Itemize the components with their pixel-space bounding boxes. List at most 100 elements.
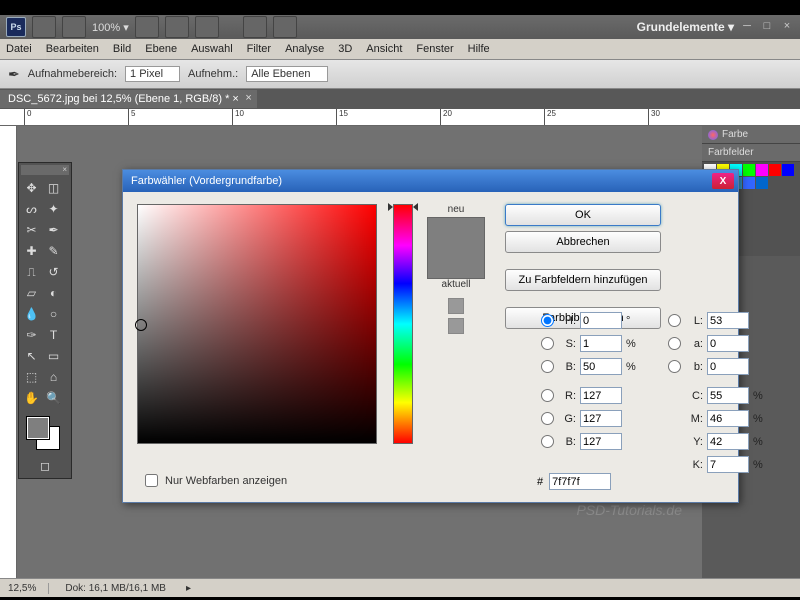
radio-bl[interactable] (541, 435, 554, 448)
menu-ansicht[interactable]: Ansicht (366, 43, 402, 55)
checkbox-webonly[interactable] (145, 474, 158, 487)
eyedropper-icon[interactable]: ✒ (8, 66, 20, 83)
web-colors-checkbox[interactable]: Nur Webfarben anzeigen (141, 471, 287, 490)
arrange-button[interactable] (273, 16, 297, 38)
menu-bearbeiten[interactable]: Bearbeiten (46, 43, 99, 55)
titlebar: Ps 100% ▾ Grundelemente ▾ ─ □ × (0, 15, 800, 39)
history-brush-tool[interactable]: ↺ (43, 262, 64, 282)
menu-hilfe[interactable]: Hilfe (468, 43, 490, 55)
document-tab[interactable]: DSC_5672.jpg bei 12,5% (Ebene 1, RGB/8) … (0, 90, 257, 108)
hex-label: # (537, 476, 543, 488)
input-k[interactable] (707, 456, 749, 473)
dialog-close-button[interactable]: X (712, 173, 734, 189)
quickmask-tool[interactable]: ◻ (21, 456, 69, 476)
sample-layer-select[interactable]: Alle Ebenen (246, 66, 327, 82)
minimize-icon[interactable]: ─ (740, 20, 754, 34)
gradient-tool[interactable]: ◐ (43, 283, 64, 303)
workspace-selector[interactable]: Grundelemente ▾ (637, 20, 734, 34)
pen-tool[interactable]: ✑ (21, 325, 42, 345)
screen-mode-button[interactable] (243, 16, 267, 38)
input-a[interactable] (707, 335, 749, 352)
color-swatches[interactable] (21, 413, 69, 455)
maximize-icon[interactable]: □ (760, 20, 774, 34)
menu-datei[interactable]: Datei (6, 43, 32, 55)
menu-analyse[interactable]: Analyse (285, 43, 324, 55)
options-bar: ✒ Aufnahmebereich: 1 Pixel Aufnehm.: All… (0, 60, 800, 89)
radio-bv[interactable] (541, 360, 554, 373)
rotate-button[interactable] (195, 16, 219, 38)
sample-size-select[interactable]: 1 Pixel (125, 66, 180, 82)
move-tool[interactable]: ✥ (21, 178, 42, 198)
path-tool[interactable]: ↖ (21, 346, 42, 366)
zoom-display[interactable]: 100% ▾ (92, 21, 129, 34)
eraser-tool[interactable]: ▱ (21, 283, 42, 303)
bridge-button[interactable] (32, 16, 56, 38)
input-s[interactable] (580, 335, 622, 352)
input-l[interactable] (707, 312, 749, 329)
input-r[interactable] (580, 387, 622, 404)
cancel-button[interactable]: Abbrechen (505, 231, 661, 253)
panel-farbe[interactable]: Farbe (702, 126, 800, 144)
menu-bild[interactable]: Bild (113, 43, 131, 55)
hand-tool-button[interactable] (135, 16, 159, 38)
ruler-tick: 25 (544, 109, 556, 125)
menu-3d[interactable]: 3D (338, 43, 352, 55)
layout-button[interactable] (62, 16, 86, 38)
input-bl[interactable] (580, 433, 622, 450)
radio-a[interactable] (668, 337, 681, 350)
brush-tool[interactable]: ✎ (43, 241, 64, 261)
label-r: R: (558, 390, 576, 402)
crop-tool[interactable]: ✂ (21, 220, 42, 240)
eyedropper-tool[interactable]: ✒ (43, 220, 64, 240)
radio-s[interactable] (541, 337, 554, 350)
type-tool[interactable]: T (43, 325, 64, 345)
marquee-tool[interactable]: ◫ (43, 178, 64, 198)
color-preview: neu aktuell (427, 204, 485, 444)
color-cursor[interactable] (135, 319, 147, 331)
label-new: neu (448, 204, 465, 215)
unit: % (753, 436, 765, 448)
heal-tool[interactable]: ✚ (21, 241, 42, 261)
3d-tool[interactable]: ⬚ (21, 367, 42, 387)
saturation-field[interactable] (137, 204, 377, 444)
hue-slider[interactable] (393, 204, 413, 444)
dodge-tool[interactable]: ○ (43, 304, 64, 324)
current-color-swatch[interactable] (428, 248, 484, 278)
menu-filter[interactable]: Filter (247, 43, 271, 55)
websafe-icon[interactable] (448, 318, 464, 334)
input-b[interactable] (707, 358, 749, 375)
menu-auswahl[interactable]: Auswahl (191, 43, 233, 55)
add-swatch-button[interactable]: Zu Farbfeldern hinzufügen (505, 269, 661, 291)
radio-h[interactable] (541, 314, 554, 327)
zoom-tool[interactable]: 🔍 (43, 388, 64, 408)
radio-l[interactable] (668, 314, 681, 327)
radio-r[interactable] (541, 389, 554, 402)
blur-tool[interactable]: 💧 (21, 304, 42, 324)
input-bv[interactable] (580, 358, 622, 375)
wand-tool[interactable]: ✦ (43, 199, 64, 219)
stamp-tool[interactable]: ⎍ (21, 262, 42, 282)
input-m[interactable] (707, 410, 749, 427)
input-c[interactable] (707, 387, 749, 404)
input-h[interactable] (580, 312, 622, 329)
menu-fenster[interactable]: Fenster (416, 43, 453, 55)
radio-g[interactable] (541, 412, 554, 425)
close-icon[interactable]: × (780, 20, 794, 34)
radio-b[interactable] (668, 360, 681, 373)
panel-farbfelder[interactable]: Farbfelder (702, 144, 800, 162)
input-g[interactable] (580, 410, 622, 427)
3d-camera-tool[interactable]: ⌂ (43, 367, 64, 387)
input-y[interactable] (707, 433, 749, 450)
status-zoom[interactable]: 12,5% (8, 583, 49, 594)
ok-button[interactable]: OK (505, 204, 661, 226)
dialog-titlebar[interactable]: Farbwähler (Vordergrundfarbe) X (123, 170, 738, 192)
lasso-tool[interactable]: ᔕ (21, 199, 42, 219)
foreground-color[interactable] (27, 417, 49, 439)
input-hex[interactable] (549, 473, 611, 490)
menu-ebene[interactable]: Ebene (145, 43, 177, 55)
toolbox-header[interactable]: × (21, 165, 69, 175)
cube-icon[interactable] (448, 298, 464, 314)
shape-tool[interactable]: ▭ (43, 346, 64, 366)
hand-tool[interactable]: ✋ (21, 388, 42, 408)
zoom-tool-button[interactable] (165, 16, 189, 38)
